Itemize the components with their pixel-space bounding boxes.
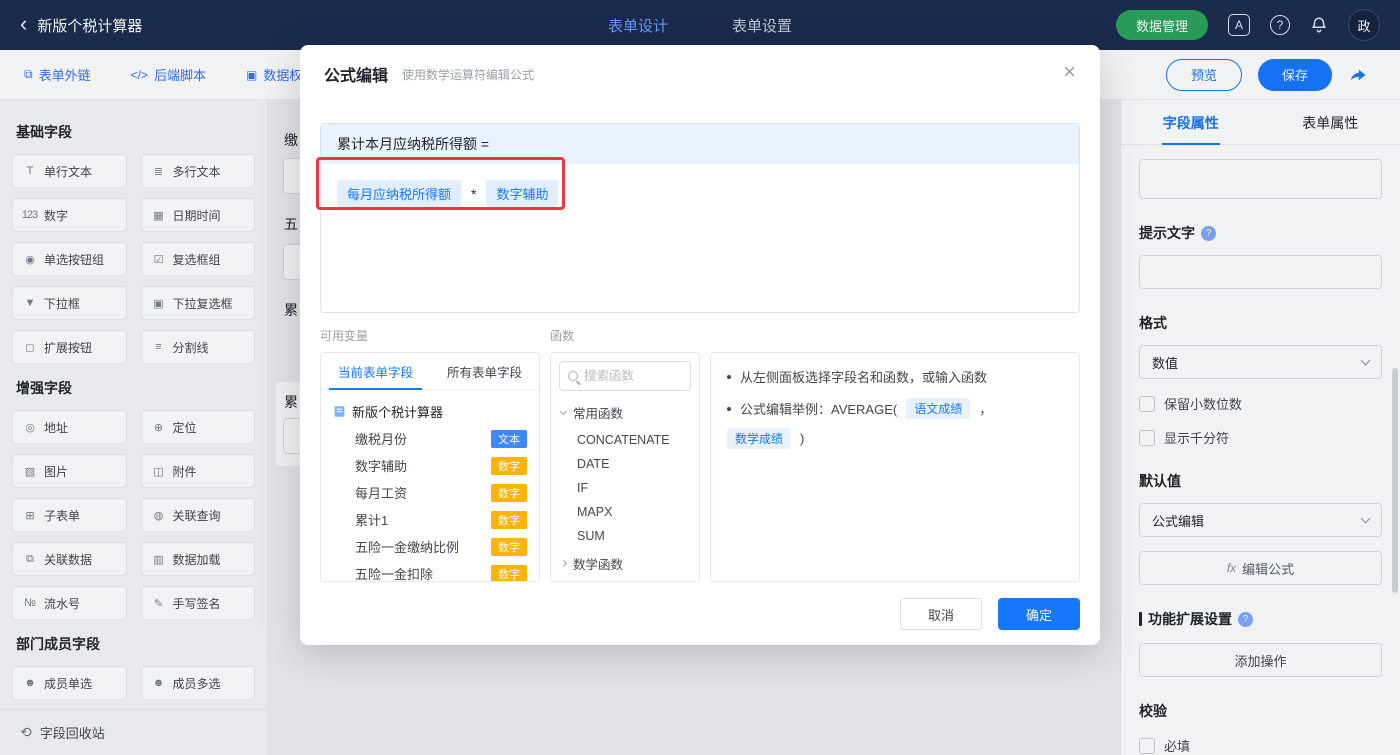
close-icon[interactable]: ×: [1063, 61, 1076, 83]
example-field-chip: 语文成绩: [906, 398, 971, 419]
field-type-tag: 数字: [491, 537, 527, 556]
cancel-button[interactable]: 取消: [900, 598, 982, 630]
example-separator: ，: [979, 402, 993, 417]
function-item[interactable]: DATE: [559, 452, 691, 476]
formula-operator-token[interactable]: *: [471, 186, 476, 202]
field-type-tag: 文本: [491, 429, 527, 448]
function-item[interactable]: SUM: [559, 524, 691, 548]
variable-field-row[interactable]: 累计1 数字: [331, 506, 529, 533]
variable-field-name: 五险一金缴纳比例: [355, 540, 460, 555]
variable-field-name: 五险一金扣除: [355, 567, 434, 581]
help-line-1: 从左侧面板选择字段名和函数，或输入函数: [740, 370, 988, 385]
chevron-open-icon: [559, 407, 568, 416]
variables-tab[interactable]: 所有表单字段: [430, 353, 539, 389]
formula-input-area[interactable]: 每月应纳税所得额 * 数字辅助: [321, 164, 1079, 223]
chevron-closed-icon: [559, 559, 568, 568]
function-item[interactable]: CONCATENATE: [559, 428, 691, 452]
variable-field-name: 累计1: [355, 513, 389, 528]
function-group-math[interactable]: 数学函数: [559, 548, 691, 579]
formula-field-token[interactable]: 数字辅助: [486, 180, 559, 207]
variable-field-row[interactable]: 缴税月份 文本: [331, 425, 529, 452]
field-type-tag: 数字: [491, 564, 527, 581]
function-search[interactable]: [559, 361, 691, 391]
help-example-prefix: 公式编辑举例：AVERAGE(: [740, 402, 898, 417]
formula-help-panel: 从左侧面板选择字段名和函数，或输入函数 公式编辑举例：AVERAGE( 语文成绩…: [710, 352, 1080, 582]
functions-section-label: 函数: [550, 329, 575, 343]
example-field-chip: 数学成绩: [727, 428, 792, 449]
variable-field-row[interactable]: 数字辅助 数字: [331, 452, 529, 479]
search-icon: [568, 371, 578, 381]
function-item[interactable]: MAPX: [559, 500, 691, 524]
variable-field-name: 数字辅助: [355, 459, 408, 474]
function-item[interactable]: IF: [559, 476, 691, 500]
scrollbar-thumb[interactable]: [1392, 368, 1398, 593]
confirm-button[interactable]: 确定: [998, 598, 1080, 630]
variables-panel: 当前表单字段 所有表单字段 新版个税计算器 缴税月份 文本 数字辅助 数字 每月工…: [320, 352, 540, 582]
form-tree-root[interactable]: 新版个税计算器: [331, 398, 529, 425]
function-search-input[interactable]: [584, 369, 682, 383]
variable-field-row[interactable]: 五险一金缴纳比例 数字: [331, 533, 529, 560]
variables-section-label: 可用变量: [320, 329, 369, 343]
function-group-text[interactable]: 文本函数: [559, 579, 691, 581]
variables-tab[interactable]: 当前表单字段: [321, 353, 430, 390]
form-tree-root-label: 新版个税计算器: [352, 405, 444, 420]
modal-subtitle: 使用数学运算符编辑公式: [402, 67, 535, 82]
function-group-label: 数学函数: [573, 558, 624, 572]
functions-panel: 常用函数 CONCATENATEDATEIFMAPXSUM 数学函数 文本函数: [550, 352, 700, 582]
variable-field-row[interactable]: 每月工资 数字: [331, 479, 529, 506]
field-type-tag: 数字: [491, 483, 527, 502]
formula-editor: 累计本月应纳税所得额 = 每月应纳税所得额 * 数字辅助: [320, 123, 1080, 313]
function-group-common[interactable]: 常用函数: [559, 397, 691, 428]
function-group-label: 常用函数: [573, 407, 624, 421]
help-example-suffix: ): [800, 431, 805, 446]
form-doc-icon: [334, 406, 345, 417]
formula-field-token[interactable]: 每月应纳税所得额: [337, 180, 462, 207]
variable-field-name: 缴税月份: [355, 432, 408, 447]
field-type-tag: 数字: [491, 510, 527, 529]
field-type-tag: 数字: [491, 456, 527, 475]
modal-title: 公式编辑: [324, 68, 389, 85]
bullet-icon: [727, 374, 731, 379]
variable-field-row[interactable]: 五险一金扣除 数字: [331, 560, 529, 581]
variable-field-name: 每月工资: [355, 486, 408, 501]
bullet-icon: [727, 406, 731, 411]
formula-target: 累计本月应纳税所得额 =: [321, 124, 1079, 164]
formula-edit-modal: 公式编辑 使用数学运算符编辑公式 × 累计本月应纳税所得额 = 每月应纳税所得额…: [300, 45, 1100, 645]
